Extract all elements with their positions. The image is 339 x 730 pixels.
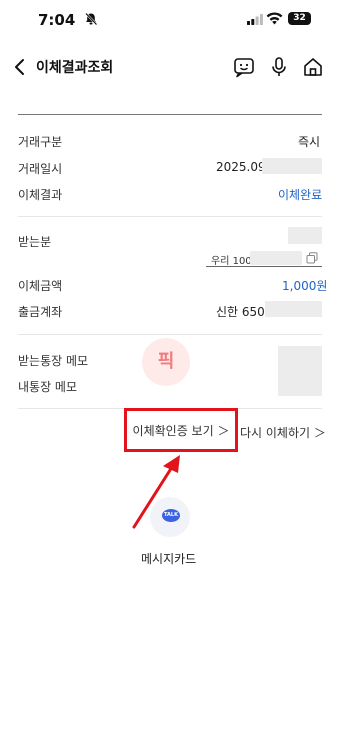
amount-value: 1,000원	[282, 279, 328, 293]
recipient-account: 우리 100	[211, 256, 252, 267]
masked-datetime	[262, 158, 322, 174]
battery-indicator: 32	[288, 12, 311, 25]
masked-recipient-account	[250, 251, 302, 265]
transfer-again-button[interactable]: 다시 이체하기 ＞	[240, 424, 326, 441]
transfer-type-label: 거래구분	[18, 135, 63, 149]
wifi-icon	[266, 12, 283, 25]
transfer-datetime-value: 2025.09	[216, 160, 266, 174]
signal-icon	[247, 14, 263, 25]
message-card-label[interactable]: 메시지카드	[141, 550, 196, 567]
transfer-result-value: 이체완료	[278, 188, 323, 202]
section-divider	[18, 334, 322, 335]
view-certificate-button[interactable]: 이체확인증 보기 ＞	[124, 408, 238, 452]
transfer-result-label: 이체결과	[18, 188, 63, 202]
header-divider	[18, 114, 322, 115]
masked-recipient-name	[288, 227, 322, 244]
masked-withdraw-account	[265, 301, 322, 317]
recipient-label: 받는분	[18, 235, 52, 249]
watermark-badge: 픽	[142, 338, 190, 386]
withdraw-account-label: 출금계좌	[18, 305, 63, 319]
chat-bot-icon[interactable]	[233, 56, 255, 78]
back-icon[interactable]	[12, 57, 28, 77]
transfer-datetime-label: 거래일시	[18, 162, 63, 176]
transfer-type-value: 즉시	[298, 135, 321, 149]
my-memo-label: 내통장 메모	[18, 380, 78, 394]
bell-muted-icon	[85, 12, 98, 26]
withdraw-account-value: 신한 650	[216, 305, 265, 319]
status-time: 7:04	[38, 11, 76, 29]
home-icon[interactable]	[302, 56, 324, 78]
copy-icon[interactable]	[306, 252, 318, 264]
page-title: 이체결과조회	[36, 60, 114, 76]
view-certificate-label: 이체확인증 보기 ＞	[132, 423, 230, 438]
masked-memo-values	[278, 346, 322, 396]
recipient-memo-label: 받는통장 메모	[18, 354, 89, 368]
kakao-talk-icon: TALK	[162, 509, 180, 522]
amount-label: 이체금액	[18, 279, 63, 293]
section-divider	[18, 216, 322, 217]
microphone-icon[interactable]	[268, 56, 290, 78]
